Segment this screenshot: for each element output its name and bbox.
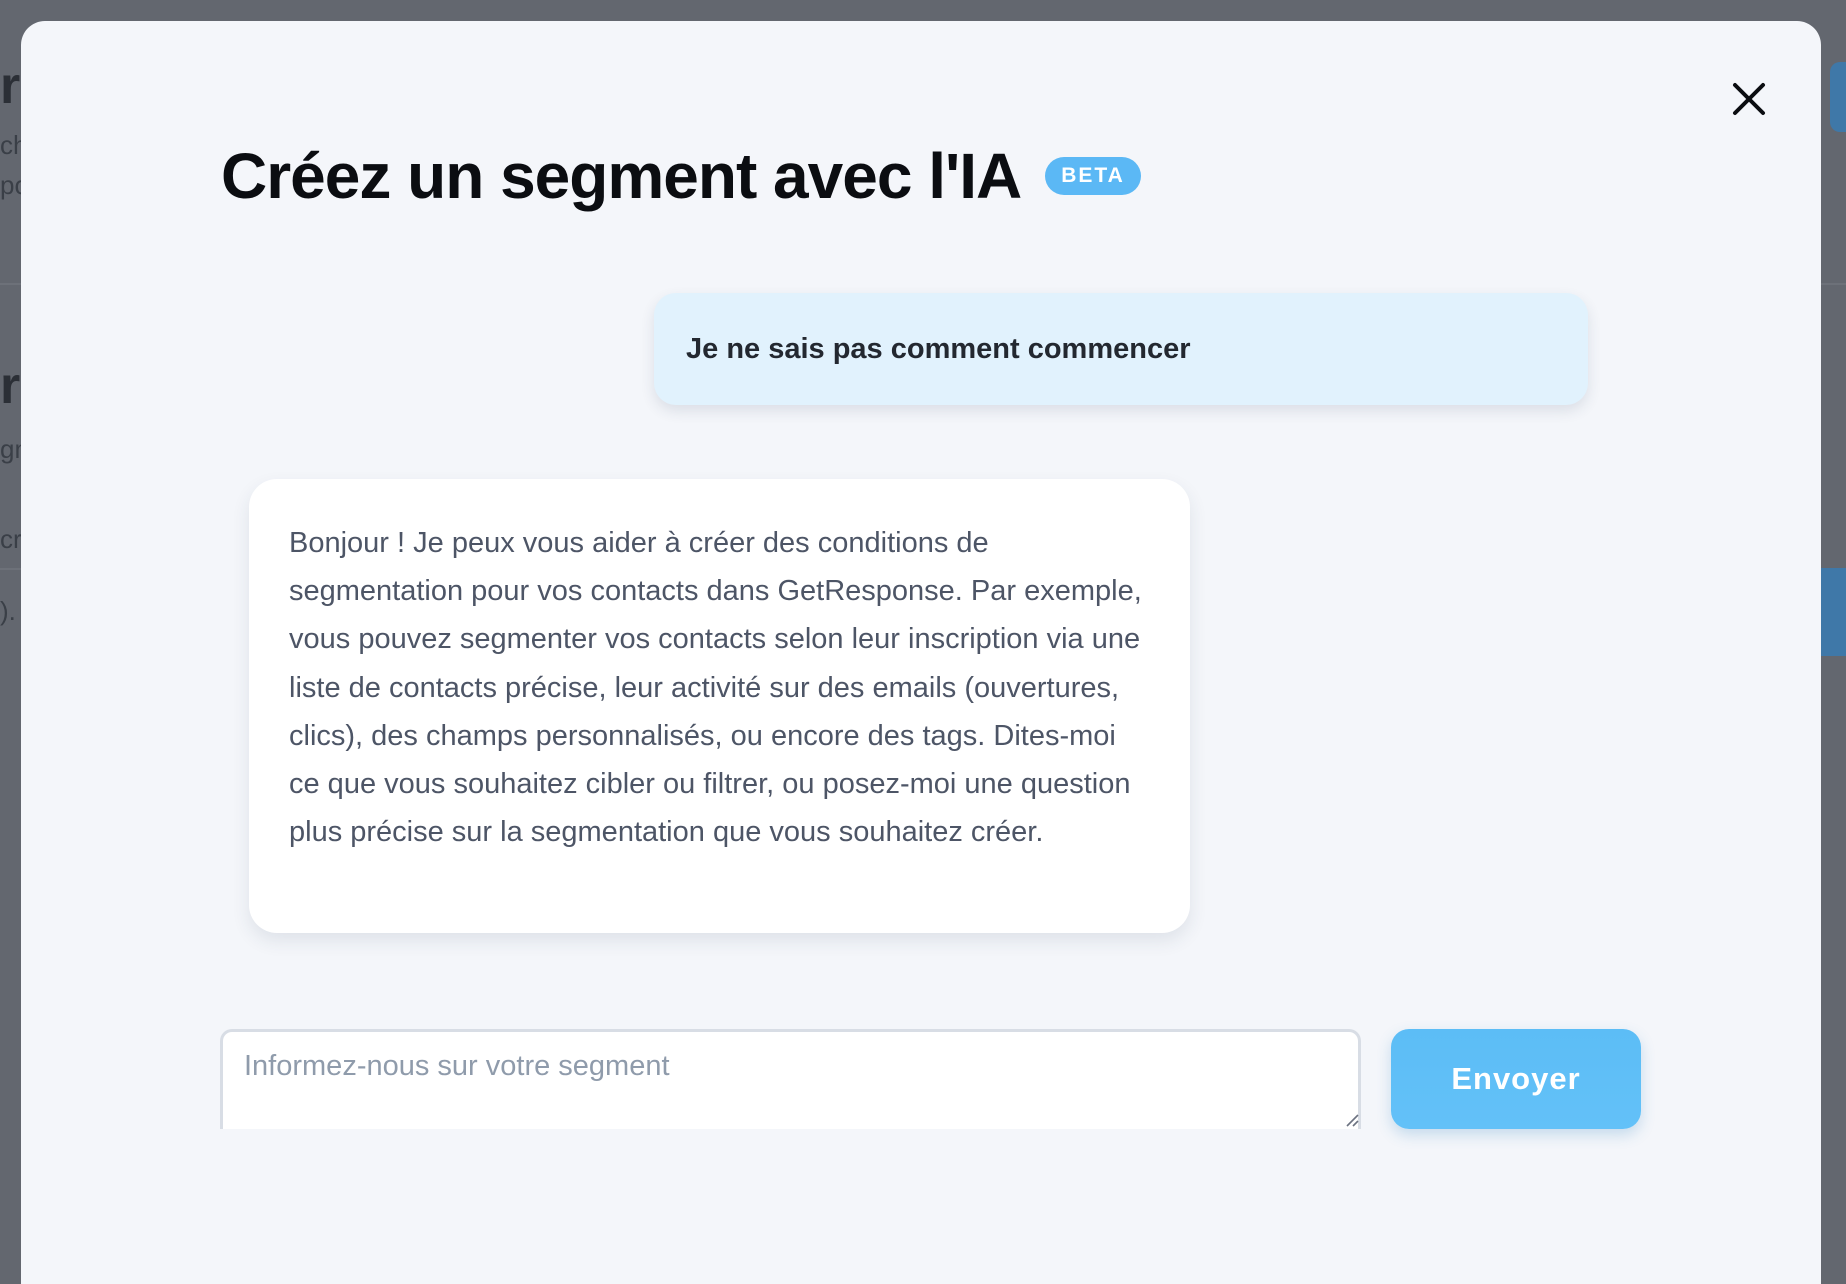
ai-segment-modal: Créez un segment avec l'IA BETA Je ne sa… bbox=[21, 21, 1821, 1284]
user-message-text: Je ne sais pas comment commencer bbox=[686, 332, 1191, 365]
resize-handle-icon[interactable] bbox=[1343, 1111, 1359, 1127]
beta-badge: BETA bbox=[1045, 157, 1141, 195]
user-message-bubble: Je ne sais pas comment commencer bbox=[654, 293, 1588, 405]
assistant-message-text: Bonjour ! Je peux vous aider à créer des… bbox=[289, 527, 1142, 849]
background-text-fragment: cr bbox=[0, 524, 22, 554]
modal-header: Créez un segment avec l'IA BETA bbox=[221, 139, 1141, 213]
segment-prompt-input[interactable] bbox=[220, 1029, 1361, 1129]
close-button[interactable] bbox=[1721, 71, 1777, 127]
close-icon bbox=[1733, 83, 1765, 115]
background-text-fragment: ). bbox=[0, 596, 16, 626]
send-button[interactable]: Envoyer bbox=[1391, 1029, 1641, 1129]
assistant-message-bubble: Bonjour ! Je peux vous aider à créer des… bbox=[249, 479, 1190, 933]
modal-title: Créez un segment avec l'IA bbox=[221, 140, 1022, 212]
background-button bbox=[1830, 62, 1846, 132]
